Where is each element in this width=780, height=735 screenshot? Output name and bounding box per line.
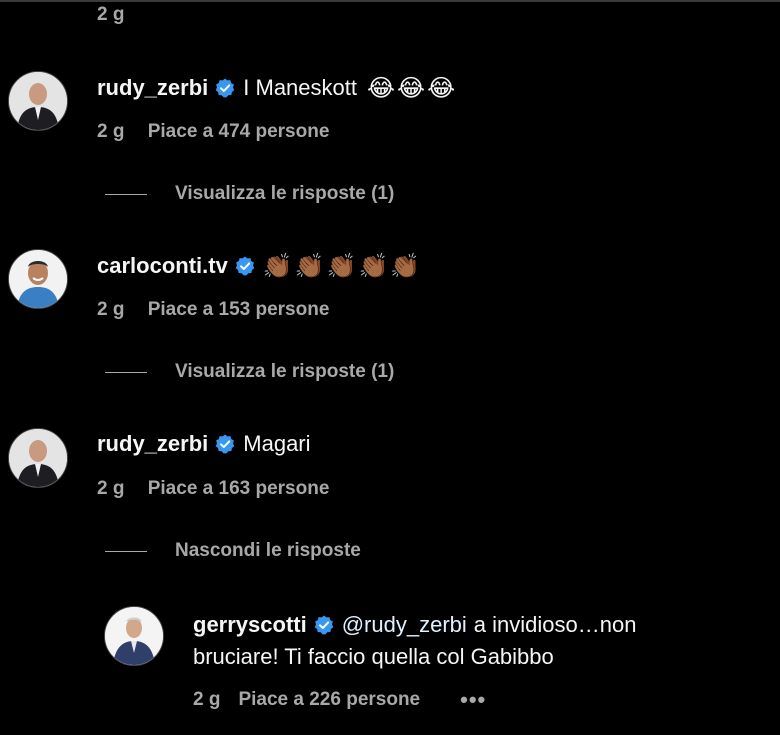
view-replies-label: Visualizza le risposte (1) <box>175 361 395 382</box>
comment-1-text: I Maneskott <box>243 75 357 100</box>
comment-3-line: rudy_zerbi Magari <box>97 431 311 457</box>
top-divider <box>0 0 780 2</box>
verified-badge-icon <box>215 78 235 98</box>
reply-body: gerryscotti @rudy_zerbi a invidioso…non … <box>193 609 763 673</box>
replies-dash <box>105 550 147 552</box>
comment-3-meta: 2 g Piace a 163 persone <box>97 478 329 500</box>
replies-dash <box>105 371 147 373</box>
reply-mention[interactable]: @rudy_zerbi <box>342 609 467 641</box>
avatar-gerry-scotti[interactable] <box>104 606 164 666</box>
comment-2-time: 2 g <box>97 299 125 320</box>
avatar-rudy-zerbi[interactable] <box>8 71 68 131</box>
comment-3-likes[interactable]: Piace a 163 persone <box>148 478 330 499</box>
comment-2-meta: 2 g Piace a 153 persone <box>97 299 329 321</box>
reply-text-line-1: a invidioso…non <box>473 612 637 637</box>
comment-1-view-replies[interactable]: Visualizza le risposte (1) <box>105 183 394 205</box>
comment-1-line: rudy_zerbi I Maneskott 😂😂😂 <box>97 74 457 102</box>
reply-text-line-2: bruciare! Ti faccio quella col Gabibbo <box>193 644 554 669</box>
comment-2-view-replies[interactable]: Visualizza le risposte (1) <box>105 361 394 383</box>
verified-badge-icon <box>314 615 334 635</box>
comment-2-username[interactable]: carloconti.tv <box>97 253 228 279</box>
comment-3-time: 2 g <box>97 478 125 499</box>
comment-1-likes[interactable]: Piace a 474 persone <box>148 121 330 142</box>
reply-username[interactable]: gerryscotti <box>193 609 307 641</box>
verified-badge-icon <box>235 256 255 276</box>
view-replies-label: Visualizza le risposte (1) <box>175 183 395 204</box>
comment-2-line: carloconti.tv 👏🏾👏🏾👏🏾👏🏾👏🏾 <box>97 252 422 280</box>
avatar-carlo-conti[interactable] <box>8 249 68 309</box>
avatar-rudy-zerbi[interactable] <box>8 428 68 488</box>
comment-3-hide-replies[interactable]: Nascondi le risposte <box>105 540 361 562</box>
replies-dash <box>105 193 147 195</box>
reply-likes[interactable]: Piace a 226 persone <box>238 689 420 711</box>
comment-1-meta: 2 g Piace a 474 persone <box>97 121 329 143</box>
previous-comment-time: 2 g <box>97 4 125 25</box>
reply-meta: 2 g Piace a 226 persone ••• <box>193 687 486 713</box>
reply-line-1: gerryscotti @rudy_zerbi a invidioso…non <box>193 609 763 641</box>
comment-1-time: 2 g <box>97 121 125 142</box>
comment-2-likes[interactable]: Piace a 153 persone <box>148 299 330 320</box>
comment-3-username[interactable]: rudy_zerbi <box>97 431 208 457</box>
reply-time: 2 g <box>193 689 221 710</box>
comment-1-username[interactable]: rudy_zerbi <box>97 75 208 101</box>
comment-3-text: Magari <box>243 431 311 456</box>
comment-1-emoji: 😂😂😂 <box>366 74 458 102</box>
comment-2-emoji: 👏🏾👏🏾👏🏾👏🏾👏🏾 <box>262 252 423 280</box>
verified-badge-icon <box>215 434 235 454</box>
more-options-icon[interactable]: ••• <box>460 687 486 713</box>
hide-replies-label: Nascondi le risposte <box>175 540 361 561</box>
